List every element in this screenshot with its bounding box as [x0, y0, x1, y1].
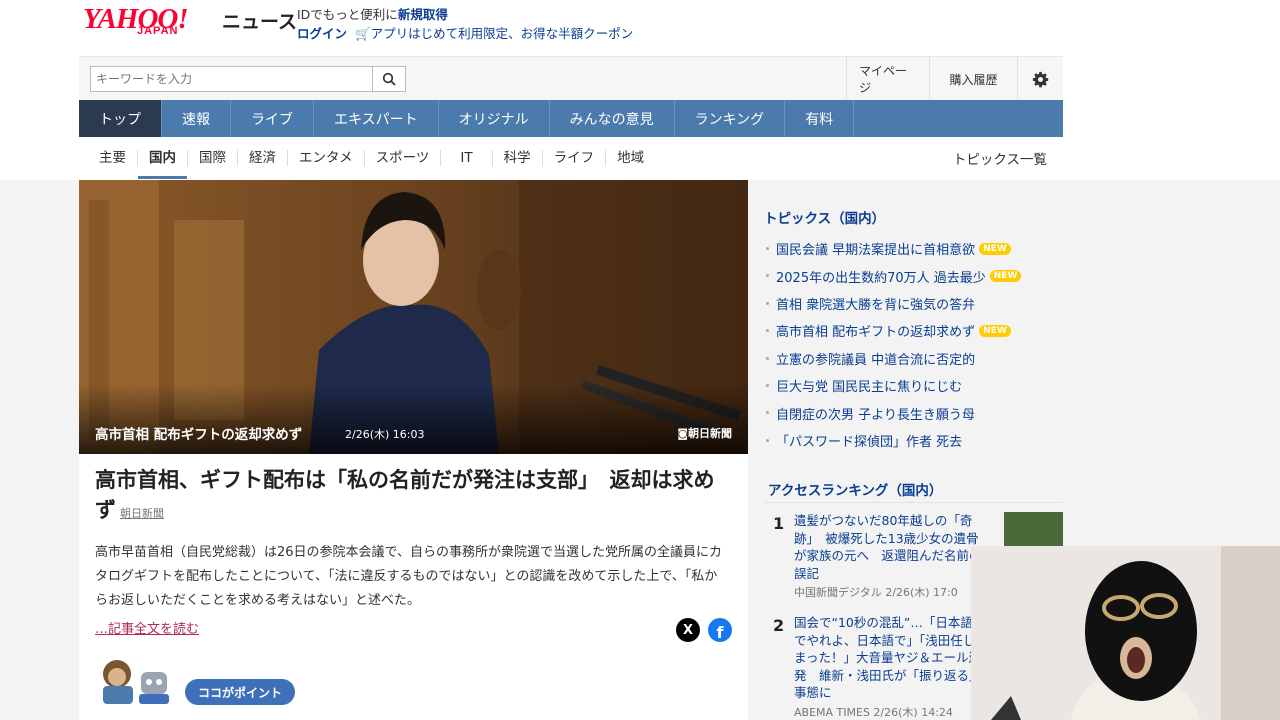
article-headline: 高市首相、ギフト配布は「私の名前だが発注は支部」 返却は求めず 朝日新聞	[95, 465, 725, 529]
settings-button[interactable]	[1017, 57, 1063, 101]
news-service-label[interactable]: ニュース	[222, 7, 297, 34]
global-nav: トップ 速報 ライブ エキスパート オリジナル みんなの意見 ランキング 有料	[79, 100, 1063, 137]
mypage-link[interactable]: マイページ	[846, 57, 929, 101]
promo-login-line: ログイン 🛒アプリはじめて利用限定、お得な半額クーポン	[297, 23, 633, 42]
webcam-overlay	[971, 546, 1280, 720]
ranking-thumbnail[interactable]	[1004, 512, 1063, 546]
article-headline-text: 高市首相、ギフト配布は「私の名前だが発注は支部」 返却は求めず	[95, 468, 715, 522]
gear-icon	[1032, 71, 1049, 87]
article-panel: 高市首相 配布ギフトの返却求めず 2/26(木) 16:03 ◙朝日新聞 高市首…	[79, 180, 748, 720]
topic-link[interactable]: 首相 衆院選大勝を背に強気の答弁	[776, 294, 975, 313]
topic-link[interactable]: 「パスワード探偵団」作者 死去	[776, 431, 962, 450]
topics-heading[interactable]: トピックス（国内）	[764, 207, 885, 227]
new-badge: NEW	[979, 242, 1011, 255]
category-life[interactable]: ライフ	[543, 150, 607, 166]
topic-item[interactable]: 巨大与党 国民民主に焦りにじむ	[762, 372, 1063, 399]
topics-all-link[interactable]: トピックス一覧	[953, 148, 1047, 168]
x-icon: X	[682, 622, 694, 638]
topic-link[interactable]: 自閉症の次男 子より長生き願う母	[776, 404, 975, 423]
site-header: YAHOO! JAPAN ニュース IDでもっと便利に新規取得 ログイン 🛒アプリ…	[0, 0, 1280, 180]
topic-item[interactable]: 自閉症の次男 子より長生き願う母	[762, 399, 1063, 426]
ranking-heading[interactable]: アクセスランキング（国内）	[768, 479, 942, 499]
search-icon	[382, 72, 396, 86]
ranking-title[interactable]: 遺髪がつないだ80年越しの「奇跡」 被爆死した13歳少女の遺骨が家族の元へ 返還…	[794, 512, 982, 582]
category-local[interactable]: 地域	[606, 150, 655, 166]
search-input[interactable]	[90, 66, 372, 92]
ranking-number: 1	[773, 514, 785, 533]
topic-link[interactable]: 立憲の参院議員 中道合流に否定的	[776, 349, 975, 368]
category-entertainment[interactable]: エンタメ	[288, 150, 365, 166]
search-bar: マイページ 購入履歴	[79, 56, 1063, 101]
new-badge: NEW	[989, 270, 1022, 283]
tab-top[interactable]: トップ	[79, 100, 162, 137]
ranking-source: ABEMA TIMES 2/26(木) 14:24	[794, 706, 953, 719]
read-full-article-link[interactable]: …記事全文を読む	[95, 618, 199, 637]
share-facebook-button[interactable]: f	[708, 618, 732, 642]
ranking-number: 2	[773, 616, 785, 635]
topic-item[interactable]: 国民会議 早期法案提出に首相意欲 NEW	[762, 235, 1063, 262]
category-main[interactable]: 主要	[79, 150, 138, 166]
category-economy[interactable]: 経済	[238, 150, 288, 166]
share-x-button[interactable]: X	[676, 618, 700, 642]
category-world[interactable]: 国際	[188, 150, 238, 166]
topic-link[interactable]: 2025年の出生数約70万人 過去最少	[776, 267, 986, 286]
purchase-history-link[interactable]: 購入履歴	[929, 57, 1017, 101]
topic-link[interactable]: 巨大与党 国民民主に焦りにじむ	[776, 376, 962, 395]
new-badge: NEW	[979, 324, 1011, 337]
category-nav: 主要 国内 国際 経済 エンタメ スポーツ IT 科学 ライフ 地域 トピックス…	[79, 137, 1063, 179]
topic-item[interactable]: 立憲の参院議員 中道合流に否定的	[762, 345, 1063, 372]
category-domestic[interactable]: 国内	[138, 150, 188, 179]
search-button[interactable]	[372, 66, 406, 92]
tab-flash[interactable]: 速報	[162, 100, 231, 137]
topic-link[interactable]: 高市首相 配布ギフトの返却求めず	[776, 321, 975, 340]
tab-paid[interactable]: 有料	[785, 100, 855, 137]
point-badge[interactable]: ココがポイント	[185, 679, 296, 705]
cart-icon: 🛒	[355, 26, 371, 41]
hero-caption: 高市首相 配布ギフトの返却求めず	[95, 427, 303, 443]
tab-opinion[interactable]: みんなの意見	[550, 100, 675, 137]
tab-live[interactable]: ライブ	[231, 100, 314, 137]
article-hero-image[interactable]: 高市首相 配布ギフトの返却求めず 2/26(木) 16:03 ◙朝日新聞	[79, 180, 748, 454]
topics-list: 国民会議 早期法案提出に首相意欲 NEW 2025年の出生数約70万人 過去最少 N…	[762, 235, 1063, 454]
camera-icon: ◙	[677, 427, 688, 440]
topic-item[interactable]: 2025年の出生数約70万人 過去最少 NEW	[762, 262, 1063, 289]
topic-item[interactable]: 高市首相 配布ギフトの返却求めず NEW	[762, 317, 1063, 344]
tab-original[interactable]: オリジナル	[439, 100, 550, 137]
topic-item[interactable]: 首相 衆院選大勝を背に強気の答弁	[762, 290, 1063, 317]
article-source[interactable]: 朝日新聞	[120, 507, 164, 520]
hero-date: 2/26(木) 16:03	[345, 428, 425, 441]
topic-link[interactable]: 国民会議 早期法案提出に首相意欲	[776, 239, 975, 258]
hero-credit: ◙朝日新聞	[677, 425, 732, 441]
app-coupon-link[interactable]: アプリはじめて利用限定、お得な半額クーポン	[371, 26, 634, 41]
hero-credit-text: 朝日新聞	[688, 427, 732, 440]
signup-link[interactable]: 新規取得	[398, 7, 448, 22]
tab-ranking[interactable]: ランキング	[675, 100, 786, 137]
facebook-icon: f	[716, 623, 724, 642]
ranking-source: 中国新聞デジタル 2/26(木) 17:0	[794, 586, 958, 599]
category-science[interactable]: 科学	[493, 150, 543, 166]
ranking-divider	[764, 502, 1063, 503]
article-lead: 高市早苗首相（自民党総裁）は26日の参院本会議で、自らの事務所が衆院選で当選した…	[95, 545, 723, 608]
category-sports[interactable]: スポーツ	[365, 150, 442, 166]
ranking-title[interactable]: 国会で“10秒の混乱”…「日本語でやれよ、日本語で」「浅田任しまった！」大音量ヤ…	[794, 614, 982, 702]
mascot-icon	[103, 660, 169, 704]
category-it[interactable]: IT	[441, 150, 493, 166]
promo-signup-text: IDでもっと便利に	[297, 7, 398, 22]
tab-expert[interactable]: エキスパート	[314, 100, 439, 137]
streamer-webcam-image	[971, 546, 1280, 720]
hero-caption-shade	[79, 384, 748, 454]
promo-signup-line: IDでもっと便利に新規取得	[297, 4, 448, 23]
login-link[interactable]: ログイン	[297, 26, 347, 41]
yahoo-logo-sub: JAPAN	[137, 25, 179, 37]
topic-item[interactable]: 「パスワード探偵団」作者 死去	[762, 427, 1063, 454]
